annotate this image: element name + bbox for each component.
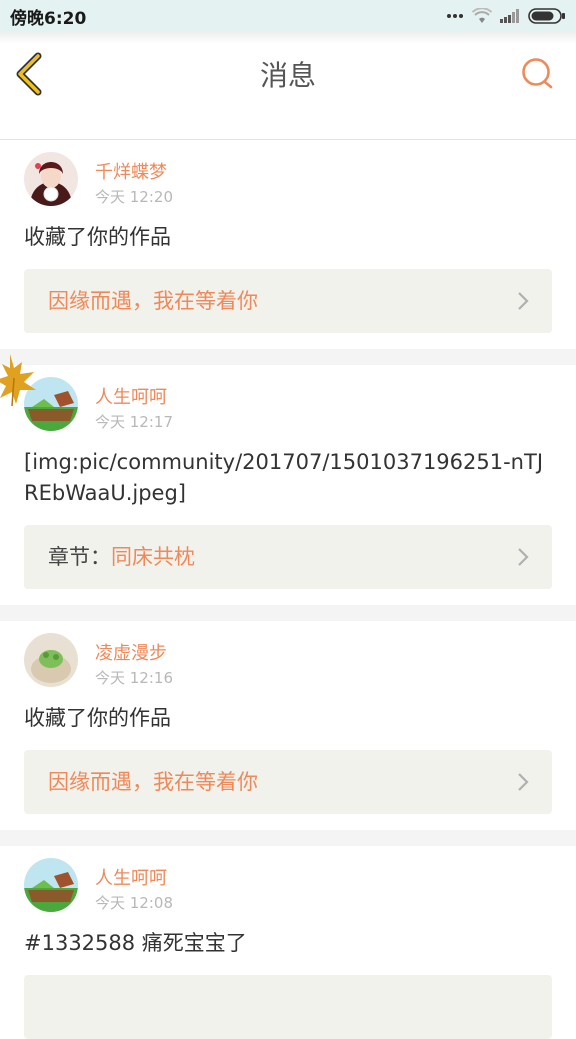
link-title: 因缘而遇，我在等着你 (48, 770, 258, 794)
message-header: 千烊蝶梦 今天 12:20 (0, 140, 576, 210)
chevron-right-icon (518, 548, 529, 566)
chevron-right-icon (518, 292, 529, 310)
maple-leaf-icon (0, 354, 36, 407)
message-card: 千烊蝶梦 今天 12:20 收藏了你的作品 因缘而遇，我在等着你 (0, 140, 576, 349)
link-title: 同床共枕 (111, 545, 195, 569)
link-title: 因缘而遇，我在等着你 (48, 289, 258, 313)
status-bar: 傍晚6:20 (0, 0, 576, 32)
username[interactable]: 人生呵呵 (95, 864, 167, 890)
message-header: 人生呵呵 今天 12:17 (0, 365, 576, 435)
status-time: 傍晚6:20 (10, 8, 87, 29)
work-link-label: 因缘而遇，我在等着你 (48, 750, 258, 814)
header-shadow (0, 32, 576, 44)
wifi-icon (472, 8, 492, 23)
page-title: 消息 (259, 59, 316, 92)
message-text: 收藏了你的作品 (24, 706, 171, 730)
message-card: 凌虚漫步 今天 12:16 收藏了你的作品 因缘而遇，我在等着你 (0, 621, 576, 830)
status-icons (446, 8, 566, 24)
chevron-right-icon (518, 773, 529, 791)
message-card: 人生呵呵 今天 12:08 #1332588 痛死宝宝了 (0, 846, 576, 1039)
search-icon (522, 58, 553, 89)
message-card: 人生呵呵 今天 12:17 [img:pic/community/201707/… (0, 365, 576, 605)
work-link[interactable]: 因缘而遇，我在等着你 (24, 750, 552, 814)
message-time: 今天 12:17 (95, 413, 173, 431)
message-list: 千烊蝶梦 今天 12:20 收藏了你的作品 因缘而遇，我在等着你 人生呵呵 今天… (0, 140, 576, 1039)
message-text: 收藏了你的作品 (24, 225, 171, 249)
link-prefix: 章节： (48, 545, 111, 569)
avatar[interactable] (24, 633, 78, 687)
work-link[interactable] (24, 975, 552, 1039)
more-dots-icon (447, 14, 463, 18)
separator (0, 830, 576, 846)
message-time: 今天 12:20 (95, 188, 173, 206)
avatar[interactable] (24, 858, 78, 912)
message-time: 今天 12:16 (95, 669, 173, 687)
separator (0, 605, 576, 621)
separator (0, 349, 576, 365)
signal-icon (500, 9, 519, 23)
message-text: #1332588 痛死宝宝了 (24, 931, 247, 955)
message-header: 人生呵呵 今天 12:08 (0, 846, 576, 916)
battery-icon (528, 8, 565, 24)
work-link[interactable]: 因缘而遇，我在等着你 (24, 269, 552, 333)
username[interactable]: 人生呵呵 (95, 383, 167, 409)
username[interactable]: 凌虚漫步 (95, 639, 167, 665)
username[interactable]: 千烊蝶梦 (95, 158, 167, 184)
chapter-link[interactable]: 章节：同床共枕 (24, 525, 552, 589)
message-text: [img:pic/community/201707/1501037196251-… (24, 450, 544, 505)
avatar[interactable] (24, 152, 78, 206)
chapter-link-label: 章节：同床共枕 (48, 525, 195, 589)
message-time: 今天 12:08 (95, 894, 173, 912)
search-button[interactable] (520, 56, 554, 90)
message-header: 凌虚漫步 今天 12:16 (0, 621, 576, 691)
work-link-label: 因缘而遇，我在等着你 (48, 269, 258, 333)
